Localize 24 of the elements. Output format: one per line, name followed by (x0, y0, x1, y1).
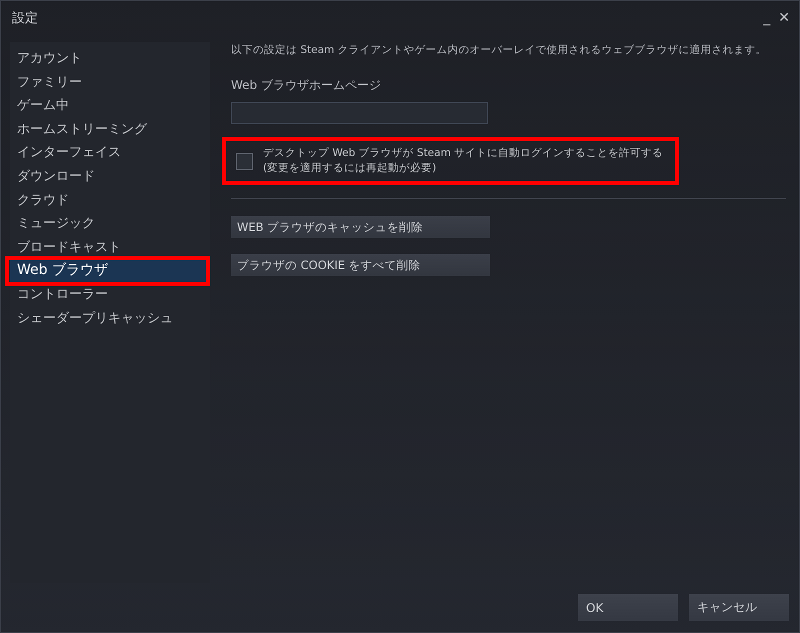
description-text: 以下の設定は Steam クライアントやゲーム内のオーバーレイで使用されるウェブブラウザに適用されます。 (231, 43, 767, 58)
sidebar-item[interactable]: クラウド (10, 188, 210, 212)
homepage-label: Web ブラウザホームページ (231, 77, 381, 94)
sidebar-item[interactable]: ブロードキャスト (10, 236, 210, 260)
clear-button[interactable]: WEB ブラウザのキャッシュを削除 (231, 216, 490, 238)
sidebar-item[interactable]: シェーダープリキャッシュ (10, 306, 210, 330)
minimize-button[interactable]: _ (760, 10, 774, 26)
sidebar-item[interactable]: ダウンロード (10, 164, 210, 189)
clear-button[interactable]: ブラウザの COOKIE をすべて削除 (231, 254, 490, 276)
homepage-input-field[interactable] (231, 102, 488, 124)
ok-button[interactable]: OK (578, 594, 678, 621)
cancel-button[interactable]: キャンセル (689, 594, 789, 621)
window-title: 設定 (12, 10, 38, 27)
sidebar-item[interactable]: ファミリー (10, 70, 210, 94)
sidebar-item[interactable]: コントローラー (10, 282, 210, 307)
checkbox-label: デスクトップ Web ブラウザが Steam サイトに自動ログインすることを許可する (263, 146, 664, 161)
checkbox[interactable] (236, 152, 253, 170)
sidebar-item[interactable]: ホームストリーミング (10, 118, 210, 142)
sidebar-item[interactable]: アカウント (10, 47, 210, 71)
checkbox-note: (変更を適用するには再起動が必要) (263, 161, 438, 176)
sidebar-item[interactable]: ミュージック (10, 212, 210, 236)
close-button[interactable]: ✕ (775, 10, 793, 26)
sidebar-item[interactable]: インターフェイス (10, 141, 210, 165)
sidebar-item[interactable]: ゲーム中 (10, 94, 210, 118)
